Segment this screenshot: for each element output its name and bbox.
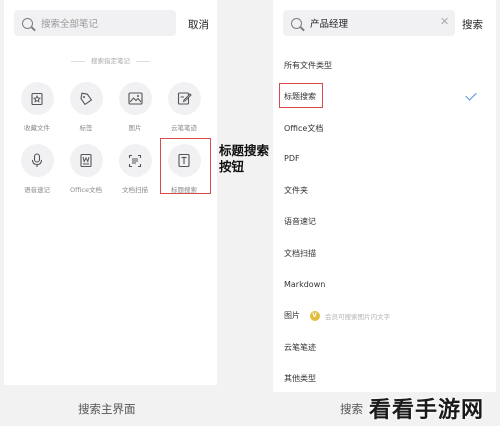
list-item-folder[interactable]: 文件夹 [284,185,308,196]
title-search-callout: 标题搜索按钮 [219,143,270,174]
list-item-office[interactable]: Office文档 [284,123,323,134]
search-placeholder: 搜索全部笔记 [41,19,99,30]
vip-badge-icon: V [309,310,320,321]
clear-icon[interactable]: ✕ [440,15,449,28]
star-file-icon [31,92,43,105]
list-item-doc-scan[interactable]: 文档扫描 [284,248,316,259]
cancel-button[interactable]: 取消 [188,17,209,32]
vip-hint: 会员可搜索图片内文字 [325,312,391,321]
word-doc-icon [80,153,92,168]
type-tag[interactable]: 标签 [64,82,108,132]
type-office-doc[interactable]: Office文档 [64,144,108,194]
title-search-item-highlight [279,83,323,108]
tag-icon [80,92,93,105]
type-starred-file[interactable]: 收藏文件 [15,82,59,132]
list-item-markdown[interactable]: Markdown [284,280,325,289]
search-button[interactable]: 搜索 [462,17,483,32]
type-image[interactable]: 图片 [113,82,157,132]
type-voice-memo[interactable]: 语音速记 [15,144,59,194]
scan-icon [128,154,142,167]
list-item-all-types[interactable]: 所有文件类型 [284,60,332,71]
search-input-filled[interactable]: 产品经理 [283,10,455,36]
list-item-pdf[interactable]: PDF [284,154,300,163]
microphone-icon [31,153,43,167]
pen-note-icon [177,92,192,105]
search-input[interactable]: 搜索全部笔记 [14,10,176,36]
check-icon [465,89,477,101]
section-label: 搜索指定笔记 [4,55,217,65]
caption-main: 搜索主界面 [78,402,136,416]
search-main-panel: 搜索全部笔记 取消 搜索指定笔记 收藏文件 标签 图片 云笔笔迹 语音速记 Of… [4,0,217,385]
list-item-other[interactable]: 其他类型 [284,373,316,384]
title-search-highlight [160,138,211,194]
watermark: 看看手游网 [369,398,485,423]
list-item-image[interactable]: 图片 V 会员可搜索图片内文字 [284,310,390,321]
type-pen-note[interactable]: 云笔笔迹 [162,82,206,132]
search-icon [22,17,33,29]
search-icon [291,17,302,29]
search-value: 产品经理 [310,19,349,30]
caption-results: 搜索 [340,402,363,416]
search-results-panel: 产品经理 搜索 所有文件类型 标题搜索 Office文档 PDF 文件夹 语音速… [273,0,496,392]
list-item-voice-memo[interactable]: 语音速记 [284,216,316,227]
list-item-pen-note[interactable]: 云笔笔迹 [284,342,316,353]
image-icon [127,92,143,105]
type-doc-scan[interactable]: 文档扫描 [113,144,157,194]
list-item-image-label: 图片 [284,311,300,320]
